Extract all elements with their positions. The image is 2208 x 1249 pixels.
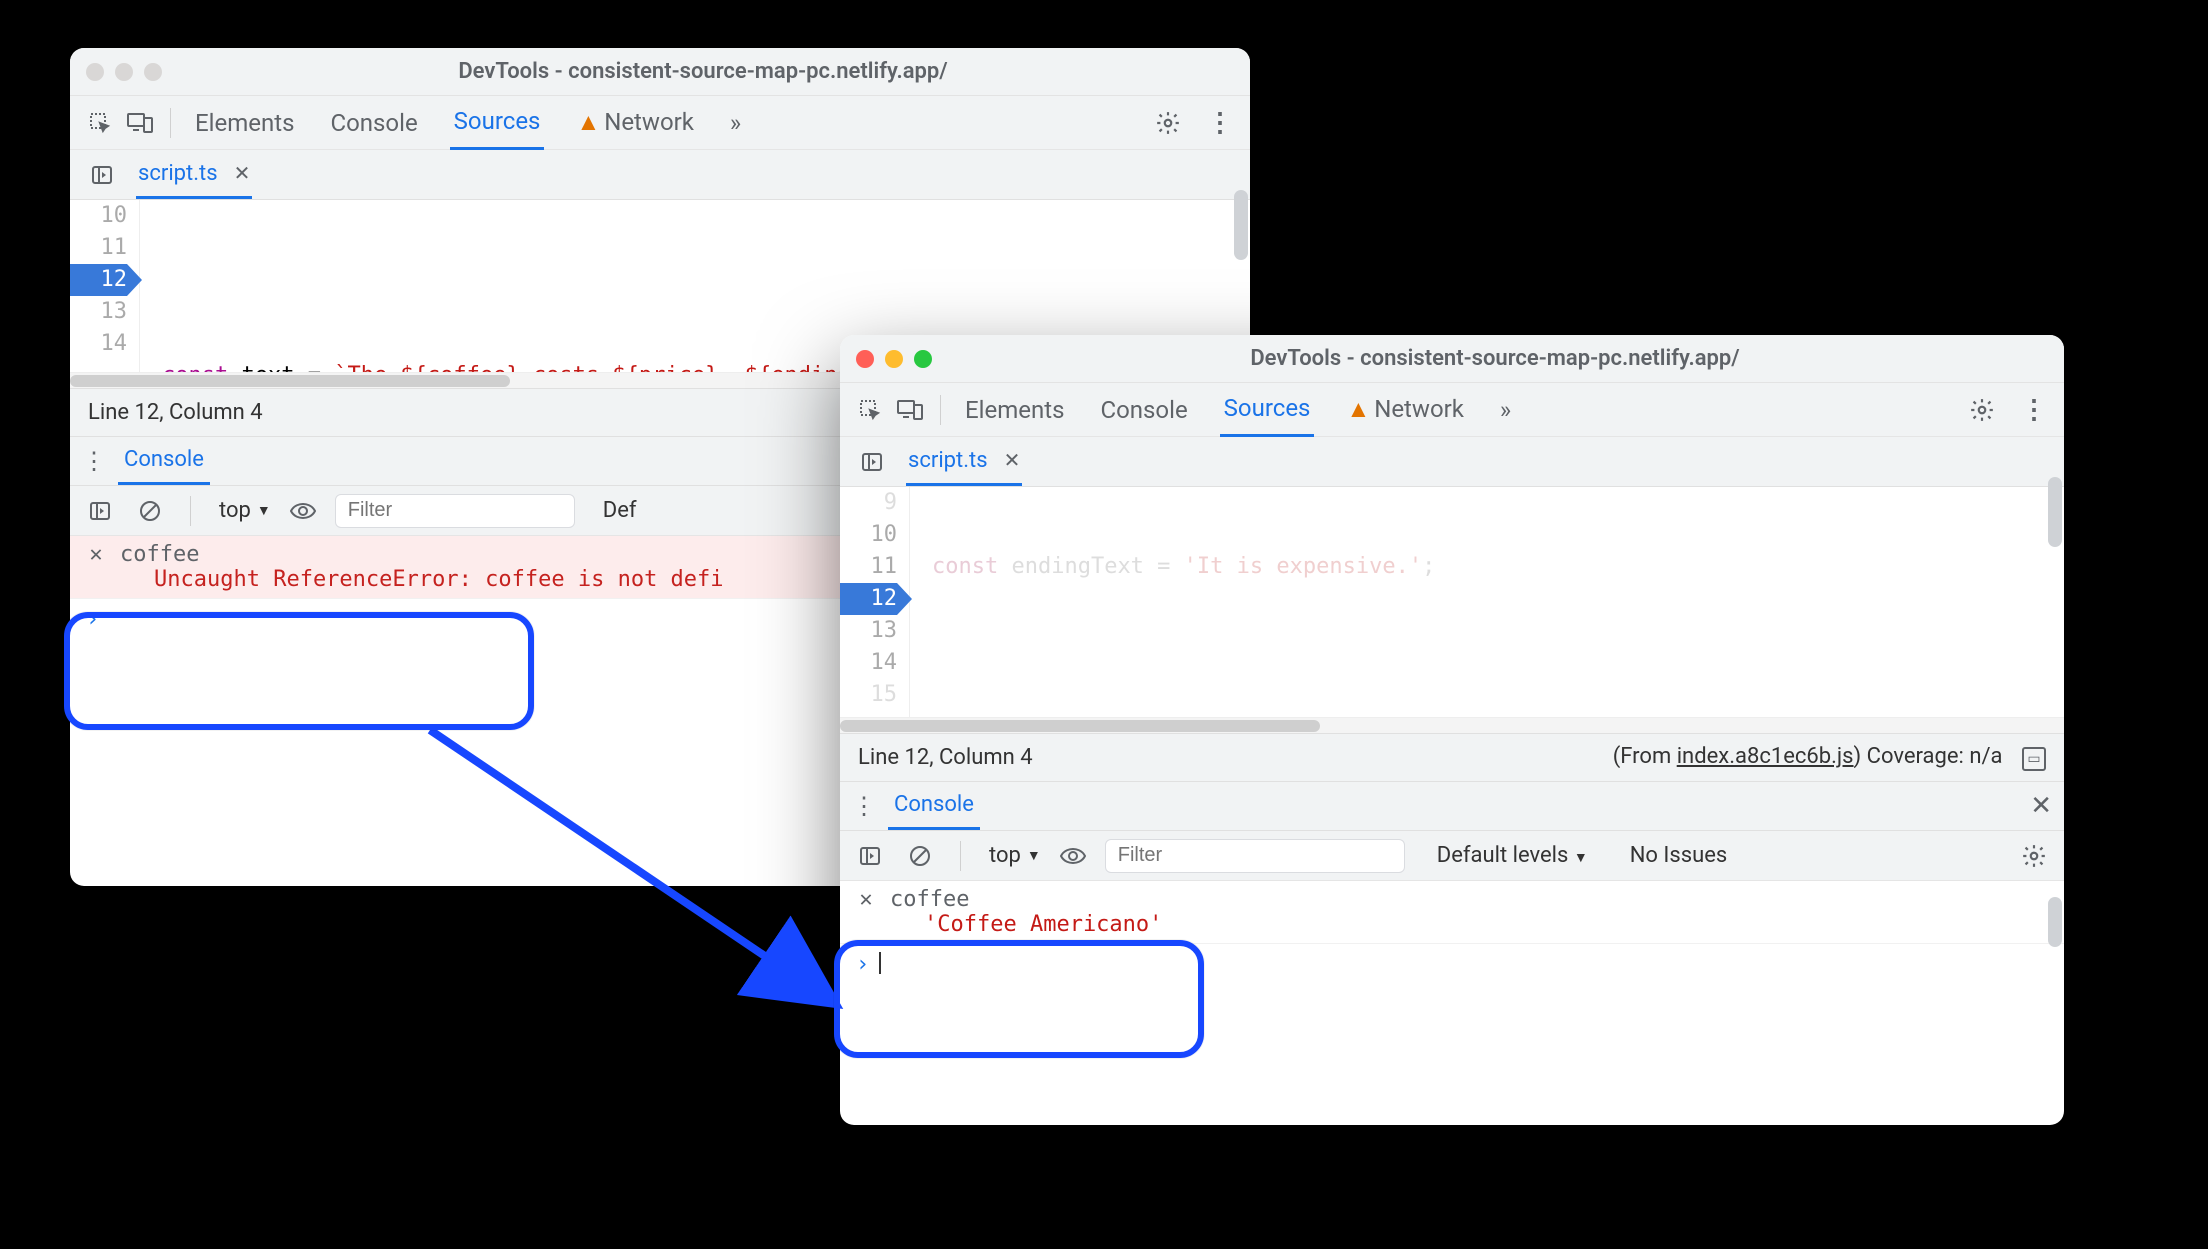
- live-expression-icon[interactable]: [1055, 838, 1091, 874]
- close-icon[interactable]: ✕: [1004, 448, 1021, 472]
- drawer-menu-icon[interactable]: ⋮: [852, 792, 876, 820]
- clear-console-icon[interactable]: [132, 493, 168, 529]
- source-map-from: (From index.a8c1ec6b.js) Coverage: n/a ▭: [1613, 744, 2046, 771]
- error-close-icon[interactable]: ✕: [86, 542, 106, 567]
- minimize-dot[interactable]: [885, 350, 903, 368]
- console-result-row: ✕ coffee 'Coffee Americano': [840, 881, 2064, 944]
- window-title: DevTools - consistent-source-map-pc.netl…: [942, 346, 2048, 371]
- warning-icon: ▲: [1346, 395, 1370, 423]
- editor-statusbar: Line 12, Column 4 (From index.a8c1ec6b.j…: [840, 733, 2064, 781]
- traffic-lights: [856, 350, 932, 368]
- coverage-icon[interactable]: ▭: [2022, 747, 2046, 771]
- file-tab-bar: script.ts ✕: [840, 437, 2064, 487]
- tab-sources[interactable]: Sources: [1220, 382, 1315, 437]
- clear-entry-icon[interactable]: ✕: [856, 887, 876, 912]
- navigator-toggle-icon[interactable]: [84, 157, 120, 193]
- titlebar: DevTools - consistent-source-map-pc.netl…: [70, 48, 1250, 96]
- zoom-dot[interactable]: [144, 63, 162, 81]
- console-settings-icon[interactable]: [2016, 838, 2052, 874]
- levels-selector[interactable]: Def: [603, 498, 637, 523]
- inspect-icon[interactable]: [82, 105, 118, 141]
- kebab-menu-icon[interactable]: ⋮: [1202, 105, 1238, 141]
- file-tab-script[interactable]: script.ts ✕: [906, 438, 1022, 486]
- file-tab-script[interactable]: script.ts ✕: [136, 151, 252, 199]
- execution-line-marker: 12: [840, 583, 897, 615]
- cursor-position: Line 12, Column 4: [88, 400, 263, 425]
- drawer-header: ⋮ Console ✕: [840, 781, 2064, 831]
- text-caret: [879, 952, 881, 974]
- live-expression-icon[interactable]: [285, 493, 321, 529]
- settings-icon[interactable]: [1964, 392, 2000, 428]
- console-toolbar: top ▼ Default levels ▼ No Issues: [840, 831, 2064, 881]
- vertical-scrollbar[interactable]: [2048, 437, 2062, 1097]
- context-selector[interactable]: top ▼: [213, 498, 271, 523]
- drawer-tab-console[interactable]: Console: [888, 782, 980, 830]
- traffic-lights: [86, 63, 162, 81]
- console-input-echo: coffee: [120, 542, 199, 567]
- panel-toolbar: Elements Console Sources ▲Network » ⋮: [840, 383, 2064, 437]
- zoom-dot[interactable]: [914, 350, 932, 368]
- more-tabs-icon[interactable]: »: [726, 97, 745, 149]
- line-gutter: 9 10 11 12 13 14 15: [840, 487, 910, 717]
- file-name: script.ts: [908, 448, 988, 473]
- console-error-message: Uncaught ReferenceError: coffee is not d…: [120, 567, 724, 592]
- window-title: DevTools - consistent-source-map-pc.netl…: [172, 59, 1234, 84]
- execution-line-marker: 12: [70, 264, 127, 296]
- tab-elements[interactable]: Elements: [961, 384, 1068, 436]
- file-tab-bar: script.ts ✕: [70, 150, 1250, 200]
- console-sidebar-toggle-icon[interactable]: [82, 493, 118, 529]
- tab-console[interactable]: Console: [1096, 384, 1191, 436]
- close-dot[interactable]: [856, 350, 874, 368]
- more-tabs-icon[interactable]: »: [1496, 384, 1515, 436]
- close-dot[interactable]: [86, 63, 104, 81]
- close-icon[interactable]: ✕: [234, 161, 251, 185]
- tab-network[interactable]: ▲Network: [1342, 383, 1467, 436]
- line-gutter: 10 11 12 13 14: [70, 200, 140, 372]
- devtools-window-right: DevTools - consistent-source-map-pc.netl…: [840, 335, 2064, 1125]
- source-link[interactable]: index.a8c1ec6b.js: [1677, 744, 1854, 769]
- prompt-chevron-icon: ›: [86, 607, 99, 632]
- drawer-tab-console[interactable]: Console: [118, 437, 210, 485]
- panel-toolbar: Elements Console Sources ▲Network » ⋮: [70, 96, 1250, 150]
- cursor-position: Line 12, Column 4: [858, 745, 1033, 770]
- navigator-toggle-icon[interactable]: [854, 444, 890, 480]
- tab-network[interactable]: ▲Network: [572, 96, 697, 149]
- console-input-echo: coffee: [890, 887, 969, 912]
- console-body[interactable]: ✕ coffee 'Coffee Americano' ›: [840, 881, 2064, 985]
- clear-console-icon[interactable]: [902, 838, 938, 874]
- console-prompt[interactable]: ›: [840, 944, 2064, 985]
- device-toggle-icon[interactable]: [892, 392, 928, 428]
- tab-console[interactable]: Console: [326, 97, 421, 149]
- filter-input[interactable]: [335, 494, 575, 528]
- tab-sources[interactable]: Sources: [450, 95, 545, 150]
- levels-selector[interactable]: Default levels ▼: [1437, 843, 1588, 868]
- issues-button[interactable]: No Issues: [1630, 843, 1728, 868]
- titlebar: DevTools - consistent-source-map-pc.netl…: [840, 335, 2064, 383]
- filter-input[interactable]: [1105, 839, 1405, 873]
- kebab-menu-icon[interactable]: ⋮: [2016, 392, 2052, 428]
- inspect-icon[interactable]: [852, 392, 888, 428]
- tab-elements[interactable]: Elements: [191, 97, 298, 149]
- file-name: script.ts: [138, 161, 218, 186]
- horizontal-scrollbar[interactable]: [840, 717, 2064, 733]
- device-toggle-icon[interactable]: [122, 105, 158, 141]
- context-selector[interactable]: top ▼: [983, 843, 1041, 868]
- drawer-menu-icon[interactable]: ⋮: [82, 447, 106, 475]
- minimize-dot[interactable]: [115, 63, 133, 81]
- code-editor[interactable]: 9 10 11 12 13 14 15 const endingText = '…: [840, 487, 2064, 717]
- warning-icon: ▲: [576, 108, 600, 136]
- settings-icon[interactable]: [1150, 105, 1186, 141]
- prompt-chevron-icon: ›: [856, 952, 869, 977]
- console-sidebar-toggle-icon[interactable]: [852, 838, 888, 874]
- console-result-value: 'Coffee Americano': [890, 912, 1162, 937]
